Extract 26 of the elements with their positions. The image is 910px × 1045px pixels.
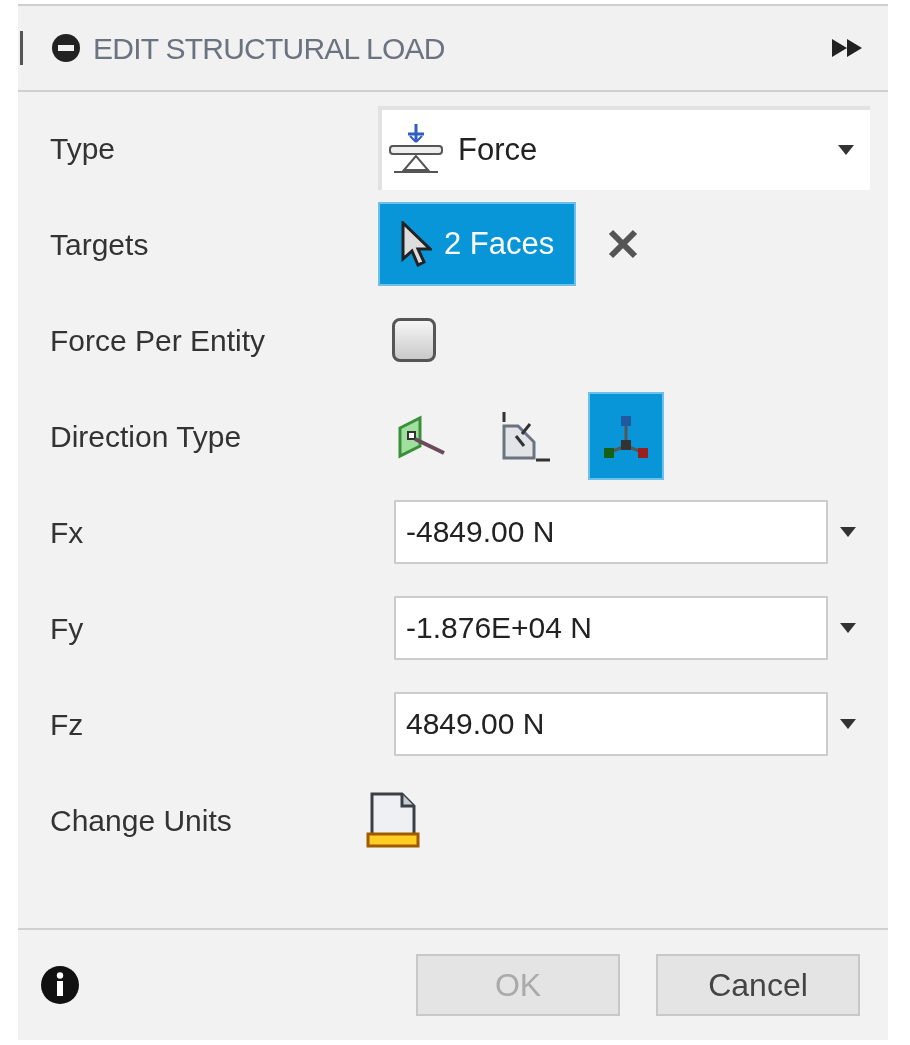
info-icon[interactable] <box>40 965 80 1005</box>
field-label: Fy <box>50 610 85 647</box>
field-label: Type <box>50 130 117 167</box>
checkbox[interactable] <box>392 318 436 362</box>
input-field[interactable]: -4849.00 N <box>394 500 828 564</box>
dropdown-caret-icon[interactable] <box>840 623 856 633</box>
document-ruler-icon[interactable] <box>366 792 420 848</box>
input-field[interactable]: -1.876E+04 N <box>394 596 828 660</box>
dialog-button[interactable]: Cancel <box>656 954 860 1016</box>
input-field[interactable]: 4849.00 N <box>394 692 828 756</box>
dropdown-caret-icon[interactable] <box>840 527 856 537</box>
collapse-icon[interactable] <box>51 33 81 63</box>
dropdown-caret-icon[interactable] <box>840 719 856 729</box>
field-label: Direction Type <box>50 418 243 455</box>
expand-icon[interactable] <box>832 39 864 57</box>
field-label: Fx <box>50 514 85 551</box>
field-label: Fz <box>50 706 85 743</box>
panel-title: EDIT STRUCTURAL LOAD <box>93 30 445 67</box>
type-dropdown[interactable]: Force <box>378 106 870 190</box>
field-label: Change Units <box>50 802 233 839</box>
cursor-icon <box>400 221 432 267</box>
close-icon[interactable] <box>608 229 639 259</box>
direction-option[interactable] <box>588 392 664 480</box>
field-label: Targets <box>50 226 150 263</box>
dropdown-caret-icon[interactable] <box>838 145 854 155</box>
field-label: Force Per Entity <box>50 322 267 359</box>
